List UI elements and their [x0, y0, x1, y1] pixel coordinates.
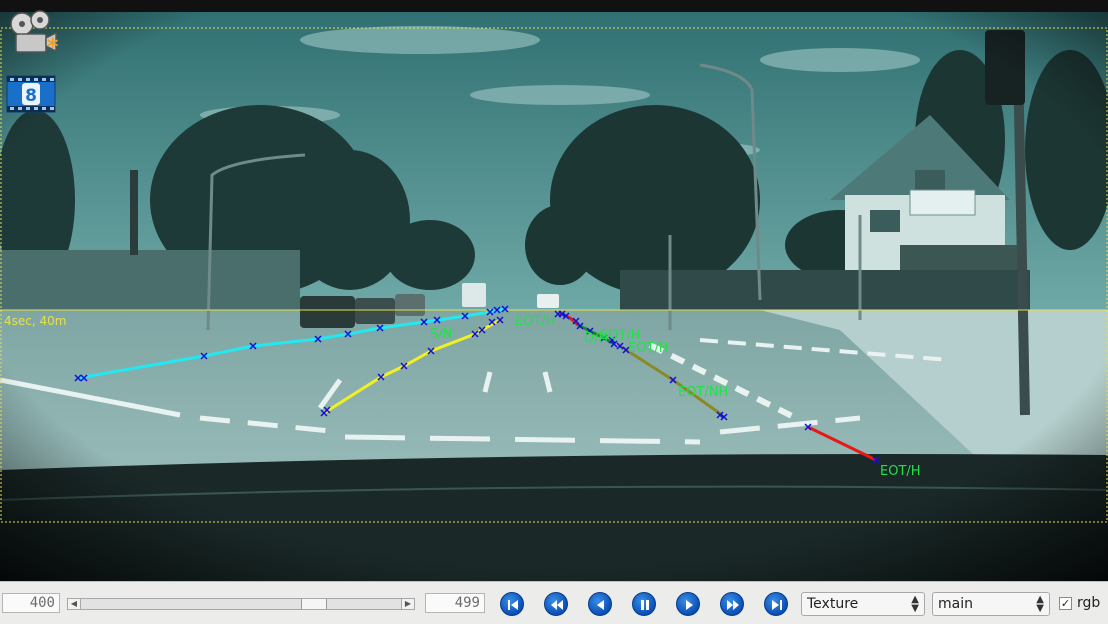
slider-right-arrow[interactable]: ▶	[401, 599, 414, 609]
view-mode-value: Texture	[807, 596, 859, 612]
play-button[interactable]	[676, 592, 700, 616]
play-icon	[686, 600, 693, 610]
slider-handle[interactable]	[301, 599, 327, 609]
fast-rewind-button[interactable]	[544, 592, 568, 616]
lane-label-eotnh: EOT/NH	[678, 385, 729, 400]
video-viewer[interactable]: 4sec, 40m S/N EOT/H EOT/H D/H EOT/H EOT/…	[0, 0, 1108, 581]
playback-toolbar: 400 ◀ ▶ 499 Texture ▲ ▼ main ▲ ▼ ✓ rgb	[0, 581, 1108, 624]
camera-frame	[0, 0, 1108, 581]
frame-start-field[interactable]: 400	[2, 593, 60, 613]
view-mode-select[interactable]: Texture ▲ ▼	[801, 592, 925, 616]
frame-slider[interactable]: ◀ ▶	[67, 598, 415, 610]
lane-label-eoth-right2: EOT/H	[628, 341, 669, 356]
skip-to-start-icon	[508, 600, 518, 610]
fast-forward-icon	[727, 600, 739, 610]
slider-left-arrow[interactable]: ◀	[68, 599, 81, 609]
select-arrows-icon: ▲ ▼	[1036, 594, 1044, 614]
film-strip-icon: 8	[6, 72, 56, 116]
stream-select[interactable]: main ▲ ▼	[932, 592, 1050, 616]
step-back-button[interactable]	[588, 592, 612, 616]
fast-rewind-icon	[551, 600, 563, 610]
lane-label-sn: S/N	[430, 327, 453, 342]
lane-label-dh: D/H	[584, 331, 609, 346]
stream-value: main	[938, 596, 973, 612]
pause-icon	[641, 600, 649, 610]
lane-label-eoth-center: EOT/H	[515, 314, 556, 329]
frame-icon-number: 8	[25, 86, 37, 106]
step-back-icon	[597, 600, 604, 610]
frame-current-field[interactable]: 499	[425, 593, 485, 613]
fast-forward-button[interactable]	[720, 592, 744, 616]
pause-button[interactable]	[632, 592, 656, 616]
skip-to-end-icon	[772, 600, 782, 610]
skip-to-start-button[interactable]	[500, 592, 524, 616]
select-arrows-icon: ▲ ▼	[911, 594, 919, 614]
lane-label-eoth-bottom: EOT/H	[880, 464, 921, 479]
rgb-checkbox[interactable]: ✓	[1059, 597, 1072, 610]
modified-marker: *	[47, 35, 59, 60]
horizon-label: 4sec, 40m	[4, 314, 67, 328]
rgb-label: rgb	[1077, 595, 1101, 611]
skip-to-end-button[interactable]	[764, 592, 788, 616]
